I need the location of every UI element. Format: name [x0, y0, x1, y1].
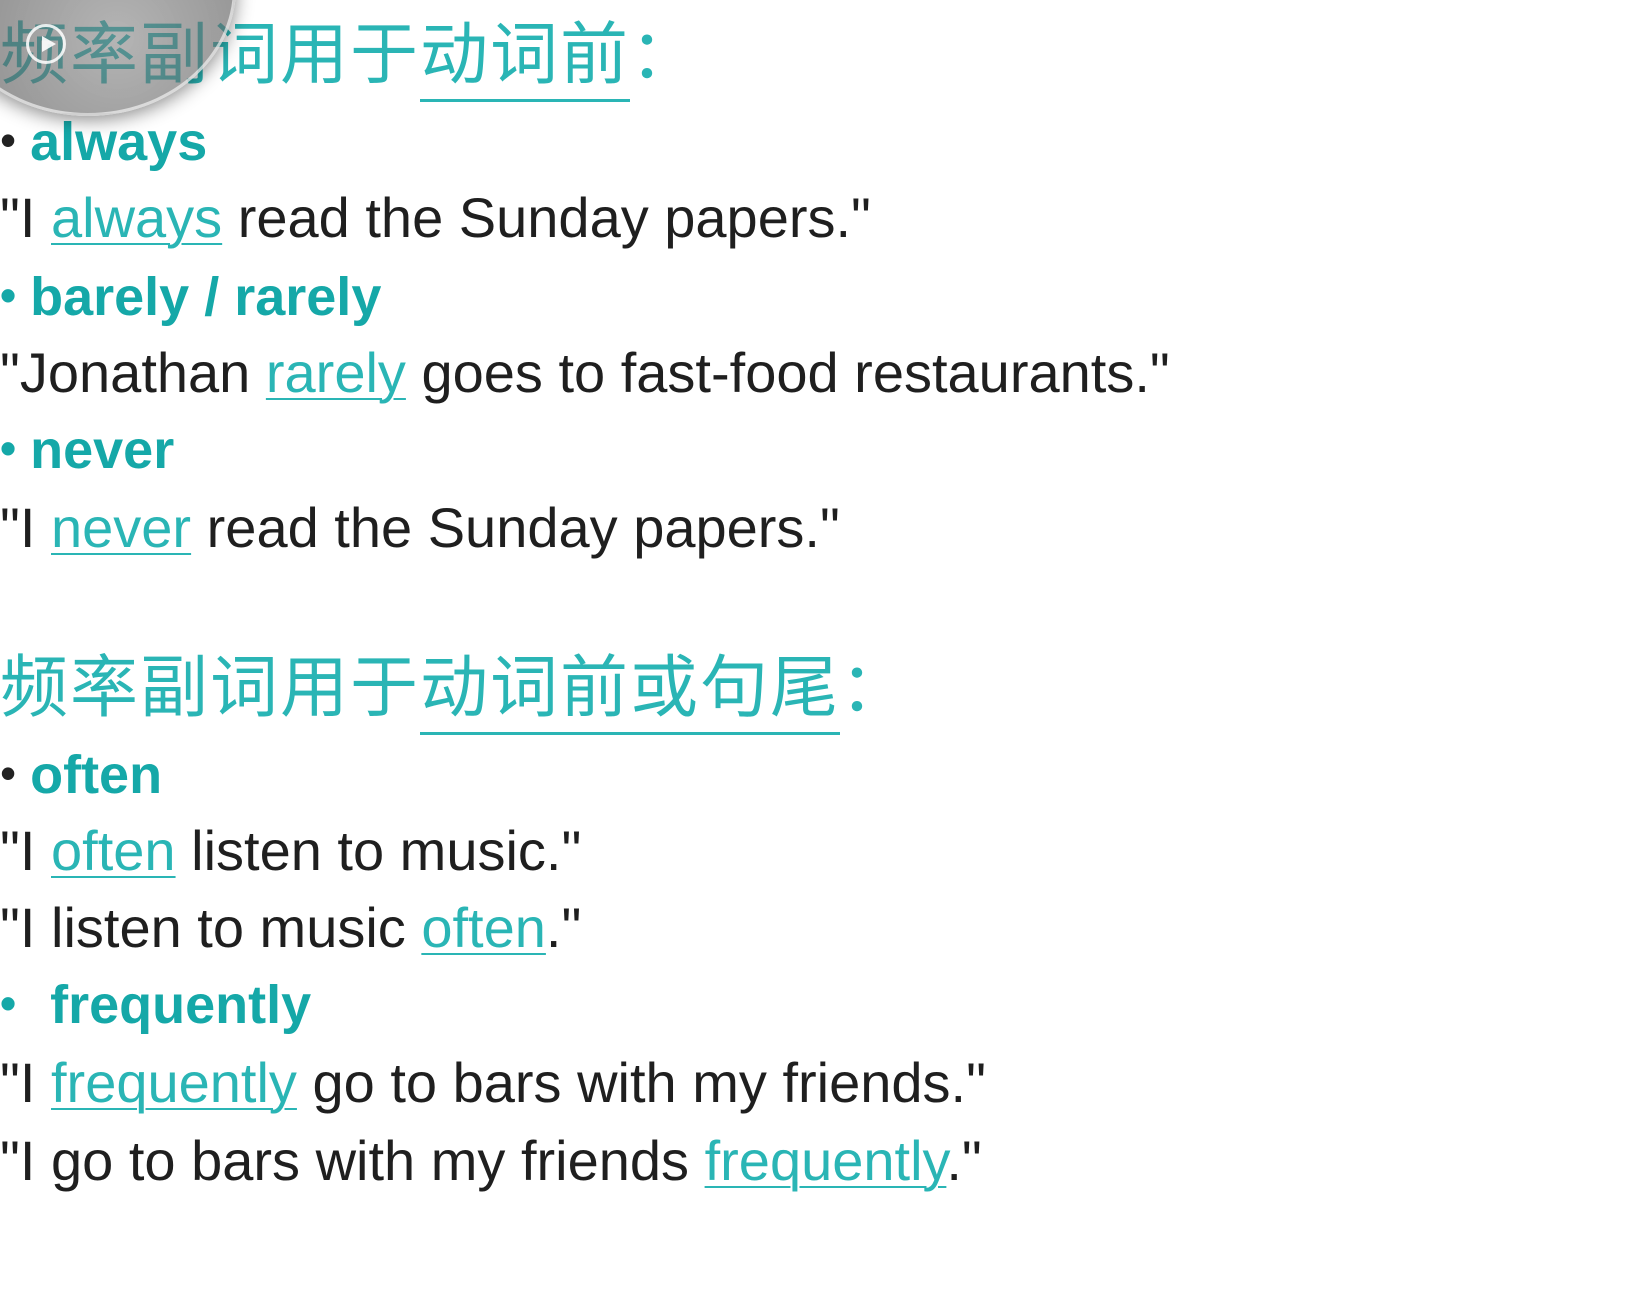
bullet-barely-rarely: • barely / rarely [0, 270, 381, 324]
section2-heading: 频率副词用于动词前或句尾： [0, 649, 910, 735]
bullet-dot: • [0, 269, 17, 321]
keyword-frequently: frequently [704, 1129, 947, 1192]
example-frequently-1: "I frequently go to bars with my friends… [0, 1055, 986, 1111]
bullet-frequently: • frequently [0, 978, 311, 1032]
example-text: go to bars with my friends." [296, 1051, 986, 1114]
section2-heading-suffix: ： [840, 649, 911, 728]
term-always: always [30, 112, 208, 172]
term-often: often [30, 745, 163, 805]
keyword-rarely: rarely [265, 341, 406, 404]
keyword-frequently: frequently [51, 1051, 297, 1114]
example-text: ." [946, 1129, 982, 1192]
bullet-dot: • [0, 747, 17, 799]
bullet-always: • always [0, 115, 207, 169]
example-rarely: "Jonathan rarely goes to fast-food resta… [0, 345, 1170, 401]
slide: 频率副词用于动词前： •always "I always read the Su… [0, 0, 1650, 1298]
bullet-often: • often [0, 748, 162, 802]
keyword-always: always [51, 186, 223, 249]
example-text: "I go to bars with my friends [0, 1129, 705, 1192]
example-text: read the Sunday papers." [222, 186, 871, 249]
section2-heading-underlined: 动词前或句尾 [420, 649, 841, 735]
term-never: never [30, 420, 175, 480]
keyword-often: often [421, 896, 546, 959]
example-text: "I listen to music [0, 896, 422, 959]
play-icon[interactable] [26, 24, 66, 64]
section1-heading-suffix: ： [630, 16, 701, 95]
bullet-dot: • [0, 114, 17, 166]
example-text: goes to fast-food restaurants." [405, 341, 1170, 404]
example-often-2: "I listen to music often." [0, 900, 581, 956]
example-frequently-2: "I go to bars with my friends frequently… [0, 1133, 982, 1189]
example-text: ." [545, 896, 582, 959]
example-text: "I [0, 1051, 51, 1114]
term-barely-rarely: barely / rarely [30, 267, 382, 327]
section1-heading-underlined: 动词前 [420, 16, 631, 102]
example-text: "I [0, 819, 51, 882]
bullet-dot: • [0, 422, 17, 474]
example-text: "Jonathan [0, 341, 266, 404]
example-text: read the Sunday papers." [191, 496, 840, 559]
example-text: listen to music." [175, 819, 582, 882]
section2-heading-prefix: 频率副词用于 [0, 649, 421, 728]
example-always: "I always read the Sunday papers." [0, 190, 871, 246]
bullet-never: • never [0, 423, 174, 477]
example-never: "I never read the Sunday papers." [0, 500, 840, 556]
keyword-never: never [51, 496, 192, 559]
term-frequently: frequently [50, 975, 312, 1035]
example-often-1: "I often listen to music." [0, 823, 581, 879]
example-text: "I [0, 186, 51, 249]
bullet-dot: • [0, 977, 17, 1029]
example-text: "I [0, 496, 51, 559]
keyword-often: often [51, 819, 176, 882]
